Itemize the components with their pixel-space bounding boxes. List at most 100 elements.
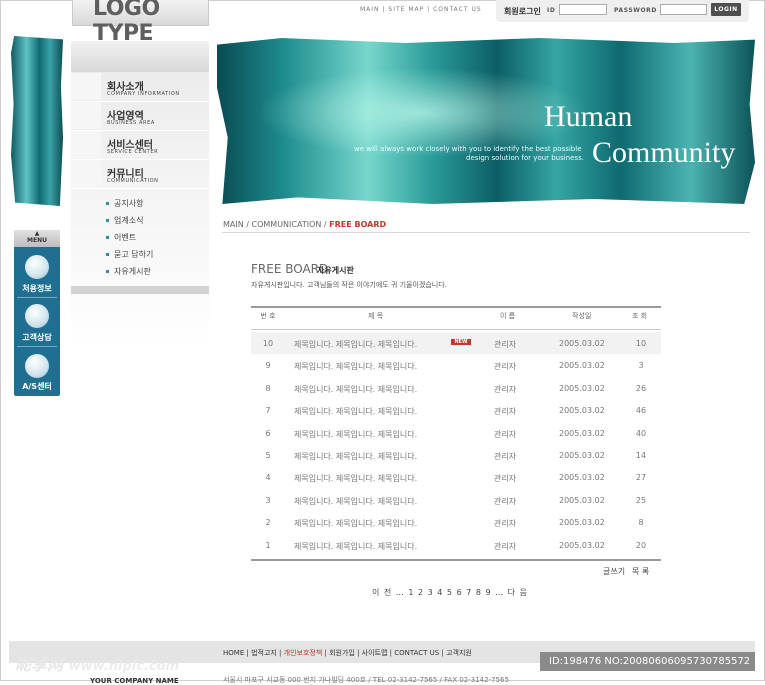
menu-item-service[interactable]: 서비스센터 SERVICE CENTER [71, 131, 209, 160]
cell-views: 25 [635, 495, 647, 505]
nav-sitemap[interactable]: SITE MAP [388, 6, 424, 13]
login-button[interactable]: LOGIN [711, 3, 741, 16]
pager-page[interactable]: 1 [408, 588, 414, 597]
cell-views: 46 [635, 406, 647, 416]
submenu-qna[interactable]: 묻고 답하기 [106, 249, 153, 260]
footer-link[interactable]: 개인보호정책 [284, 649, 323, 657]
pager-page[interactable]: 9 [485, 588, 491, 597]
cell-views: 27 [635, 473, 647, 483]
watermark: 昵享网 www.nipic.com [15, 655, 180, 674]
submenu-free-board[interactable]: 자유게시판 [106, 266, 151, 277]
hero-title-1: Human [544, 100, 633, 133]
cell-name: 관리자 [494, 452, 517, 461]
cell-date: 2005.03.02 [559, 383, 605, 393]
password-input[interactable] [660, 4, 707, 15]
footer-link[interactable]: 회원가입 [329, 649, 355, 657]
cell-date: 2005.03.02 [559, 361, 605, 371]
cell-no: 7 [265, 406, 271, 416]
pagination: 이 전 … 1 2 3 4 5 6 7 8 9 … 다 음 [372, 588, 528, 597]
quick-item-as[interactable]: A/S센터 [14, 381, 60, 392]
footer-link[interactable]: CONTACT US [394, 649, 439, 657]
quick-item-info[interactable]: 처용정보 [14, 283, 60, 294]
cell-title[interactable]: 제목입니다. 제목입니다. 제목입니다. [294, 406, 417, 417]
pager-page[interactable]: 2 [418, 588, 424, 597]
cell-name: 관리자 [494, 340, 517, 349]
footer-link[interactable]: 사이트맵 [362, 649, 388, 657]
cell-no: 2 [265, 518, 271, 528]
cell-title[interactable]: 제목입니다. 제목입니다. 제목입니다. [294, 339, 417, 350]
cell-date: 2005.03.02 [559, 339, 605, 348]
table-row[interactable]: 8 제목입니다. 제목입니다. 제목입니다. 관리자 2005.03.02 26 [251, 377, 661, 399]
cell-views: 14 [635, 451, 647, 460]
quick-item-support[interactable]: 고객상담 [14, 332, 60, 343]
logo-text: LOGO TYPE [93, 0, 160, 46]
cell-title[interactable]: 제목입니다. 제목입니다. 제목입니다. [294, 473, 417, 484]
cell-date: 2005.03.02 [559, 428, 605, 438]
footer-link[interactable]: HOME [223, 649, 244, 657]
write-button[interactable]: 글쓰기 [603, 566, 625, 577]
hero-subtitle-1: we will always work closely with you to … [354, 145, 582, 153]
company-address: 서울시 마포구 서교동 000 번지 가나빌딩 400호 / TEL 02-31… [223, 676, 509, 684]
cell-name: 관리자 [494, 519, 517, 529]
speaker-icon[interactable] [25, 255, 49, 279]
cell-title[interactable]: 제목입니다. 제목입니다. 제목입니다. [294, 496, 417, 507]
table-row[interactable]: 10 제목입니다. 제목입니다. 제목입니다. 관리자 2005.03.02 10 NEW [251, 332, 661, 354]
footer-link[interactable]: 고객지원 [446, 649, 472, 657]
quick-menu-head: ▲ MENU [14, 230, 60, 247]
table-row[interactable]: 4 제목입니다. 제목입니다. 제목입니다. 관리자 2005.03.02 27 [251, 466, 661, 488]
table-row[interactable]: 6 제목입니다. 제목입니다. 제목입니다. 관리자 2005.03.02 40 [251, 422, 661, 444]
table-row[interactable]: 5 제목입니다. 제목입니다. 제목입니다. 관리자 2005.03.02 14 [251, 444, 661, 466]
menu-item-business[interactable]: 사업영역 BUSINESS AREA [71, 102, 209, 131]
pager-page[interactable]: 4 [437, 588, 443, 597]
cell-title[interactable]: 제목입니다. 제목입니다. 제목입니다. [294, 518, 417, 529]
pager-page[interactable]: 6 [457, 588, 463, 597]
cell-title[interactable]: 제목입니다. 제목입니다. 제목입니다. [294, 361, 417, 372]
cell-no: 3 [265, 495, 271, 505]
crumb-section[interactable]: COMMUNICATION [252, 220, 322, 229]
cell-title[interactable]: 제목입니다. 제목입니다. 제목입니다. [294, 451, 417, 462]
pager-page[interactable]: 5 [447, 588, 453, 597]
pager-page[interactable]: 3 [428, 588, 434, 597]
id-input[interactable] [559, 4, 607, 15]
microphone-icon[interactable] [25, 304, 49, 328]
cell-date: 2005.03.02 [559, 473, 605, 483]
cell-no: 1 [265, 540, 271, 550]
list-button[interactable]: 목 록 [632, 566, 649, 577]
table-row[interactable]: 7 제목입니다. 제목입니다. 제목입니다. 관리자 2005.03.02 46 [251, 399, 661, 421]
table-row[interactable]: 9 제목입니다. 제목입니다. 제목입니다. 관리자 2005.03.02 3 [251, 354, 661, 376]
image-id-label: ID:198476 NO:20080606095730785572 [540, 652, 755, 671]
nav-contact[interactable]: CONTACT US [433, 6, 482, 13]
pager-prev[interactable]: 이 전 [372, 588, 392, 597]
cell-no: 8 [265, 383, 271, 393]
submenu-event[interactable]: 이벤트 [106, 232, 136, 243]
cell-no: 10 [262, 339, 274, 348]
hero-title-2: Community [592, 136, 736, 169]
table-row[interactable]: 1 제목입니다. 제목입니다. 제목입니다. 관리자 2005.03.02 20 [251, 534, 661, 556]
table-row[interactable]: 2 제목입니다. 제목입니다. 제목입니다. 관리자 2005.03.02 8 [251, 511, 661, 533]
cell-title[interactable]: 제목입니다. 제목입니다. 제목입니다. [294, 384, 417, 395]
col-no: 번 호 [260, 312, 276, 320]
cell-name: 관리자 [494, 496, 517, 506]
footer-link[interactable]: 법적고지 [251, 649, 277, 657]
pager-page[interactable]: 7 [466, 588, 472, 597]
crumb-main[interactable]: MAIN [223, 220, 244, 229]
nav-main[interactable]: MAIN [360, 6, 380, 13]
gear-icon[interactable] [25, 354, 49, 378]
submenu-notice[interactable]: 공지사항 [106, 198, 143, 209]
cell-views: 26 [635, 383, 647, 393]
logo[interactable]: LOGO TYPE [72, 0, 209, 46]
cell-title[interactable]: 제목입니다. 제목입니다. 제목입니다. [294, 541, 417, 552]
pager-page[interactable]: 8 [476, 588, 482, 597]
pager-next[interactable]: 다 음 [508, 588, 528, 597]
cell-title[interactable]: 제목입니다. 제목입니다. 제목입니다. [294, 429, 417, 440]
table-row[interactable]: 3 제목입니다. 제목입니다. 제목입니다. 관리자 2005.03.02 25 [251, 489, 661, 511]
menu-item-company[interactable]: 회사소개 COMPANY INFORMATION [71, 73, 209, 102]
col-views: 조 회 [632, 312, 648, 320]
menu-item-community[interactable]: 커뮤니티 COMMUNICATION [71, 160, 209, 189]
cell-name: 관리자 [494, 474, 517, 484]
cell-no: 5 [265, 451, 271, 460]
cell-date: 2005.03.02 [559, 406, 605, 416]
cell-views: 20 [635, 540, 647, 550]
submenu-industry-news[interactable]: 업계소식 [106, 215, 143, 226]
password-label: PASSWORD [614, 7, 657, 14]
